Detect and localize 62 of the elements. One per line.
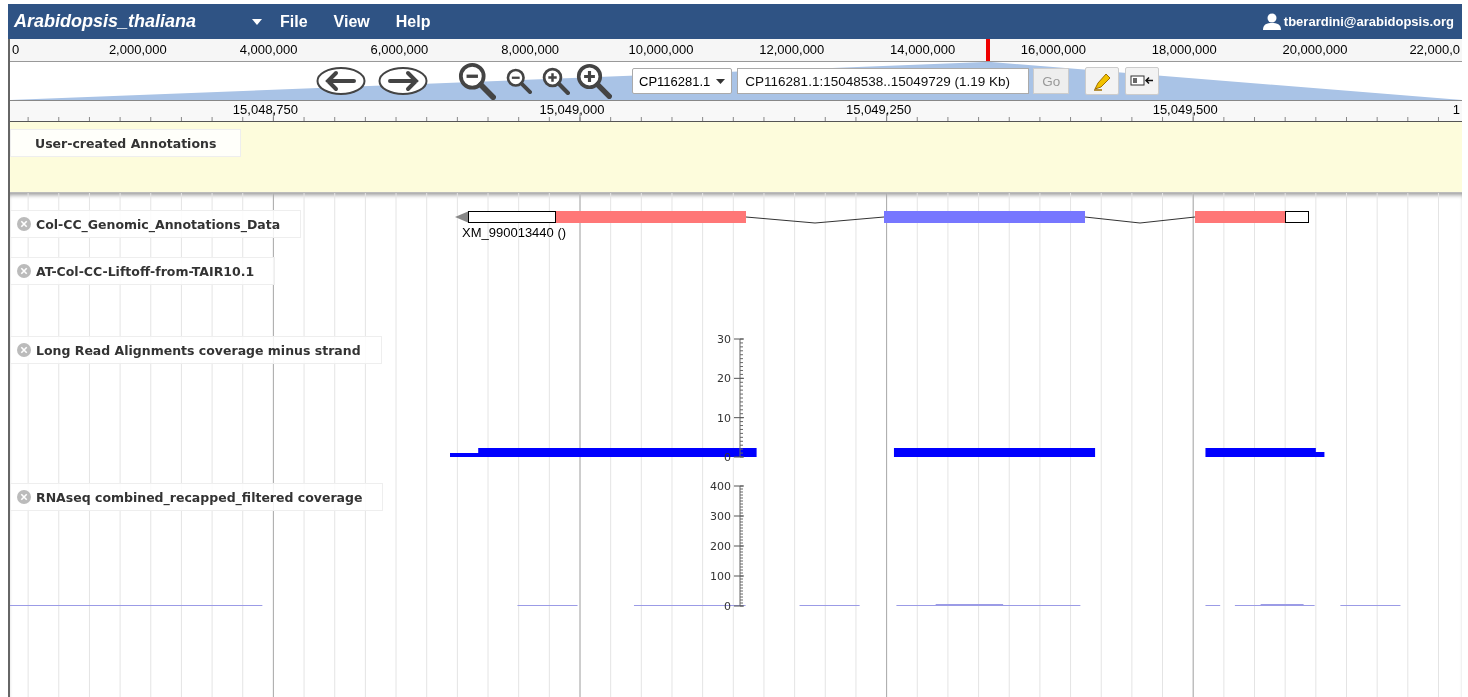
position-label: 4,000,000 xyxy=(239,42,298,57)
zoom-out-button[interactable] xyxy=(458,62,496,100)
position-label: 15,049,250 xyxy=(846,102,912,117)
position-label: 15,048,750 xyxy=(232,102,298,117)
position-label: 15,049,000 xyxy=(539,102,605,117)
marker-icon xyxy=(1092,71,1113,91)
track-label[interactable]: Col-CC_Genomic_Annotations_Data xyxy=(10,210,302,238)
tick-label: 30 xyxy=(717,333,731,346)
pan-right-button[interactable] xyxy=(378,66,428,96)
zoom-out-button[interactable] xyxy=(506,68,532,94)
feature-label: XM_990013440 () xyxy=(462,225,567,240)
position-label: 12,000,000 xyxy=(759,42,825,57)
position-label: 18,000,000 xyxy=(1151,42,1217,57)
position-label: 2,000,000 xyxy=(108,42,167,57)
tick-label: 10 xyxy=(717,411,731,425)
zoom-in-icon xyxy=(576,63,612,99)
position-label: 0 xyxy=(12,42,20,57)
menu-item[interactable]: View xyxy=(333,12,370,31)
tick-label: 20 xyxy=(717,372,731,386)
position-label: 22,000,0 xyxy=(1409,42,1460,57)
zoom-in-button[interactable] xyxy=(542,67,570,95)
tick-label: 300 xyxy=(710,510,731,523)
dataset-name[interactable]: Arabidopsis_thaliana xyxy=(14,11,252,32)
track-label[interactable]: User-created Annotations xyxy=(10,129,242,157)
track-name: Col-CC_Genomic_Annotations_Data xyxy=(36,216,281,232)
pan-left-button[interactable] xyxy=(316,66,366,96)
panel-arrow-icon xyxy=(1130,74,1155,88)
zoom-out-icon xyxy=(506,68,532,94)
user-icon xyxy=(1262,13,1281,30)
menu-item[interactable]: File xyxy=(280,12,308,31)
position-label: 8,000,000 xyxy=(501,42,560,57)
tick-label: 400 xyxy=(710,480,731,493)
position-label: 20,000,000 xyxy=(1282,42,1348,57)
caret-icon xyxy=(716,78,726,84)
location-marker xyxy=(986,39,990,61)
position-label: 16,000,000 xyxy=(1020,42,1086,57)
sequence-dropdown[interactable]: CP116281.1 xyxy=(632,68,733,94)
user-email[interactable]: tberardini@arabidopsis.org xyxy=(1283,14,1454,29)
track-name: RNAseq combined_recapped_filtered coverage xyxy=(36,489,363,505)
zoom-in-button[interactable] xyxy=(576,63,612,99)
track-name: AT-Col-CC-Liftoff-from-TAIR10.1 xyxy=(36,263,255,279)
caret-icon[interactable] xyxy=(252,18,262,25)
overview-ruler[interactable]: 0 2,000,000 4,000,000 6,000,000 8,000,000 10,000,000 12,000,000 14,000,000 16,000,000 18,000,000 20,000,000 22,000,0 xyxy=(10,39,1462,62)
position-label: 10,000,000 xyxy=(628,42,694,57)
location-field[interactable]: CP116281.1:15048538..15049729 (1.19 Kb) xyxy=(737,68,1030,94)
zoom-out-icon xyxy=(458,62,496,100)
highlight-button[interactable] xyxy=(1085,67,1120,95)
position-label: 15,049,500 xyxy=(1152,102,1218,117)
position-label: 6,000,000 xyxy=(370,42,429,57)
menu-item[interactable]: Help xyxy=(395,12,431,31)
tick-label: 100 xyxy=(710,570,731,583)
position-label: 14,000,000 xyxy=(890,42,956,57)
tick-label: 200 xyxy=(710,540,731,553)
track-name: Long Read Alignments coverage minus strand xyxy=(36,342,361,358)
tick-label: 0 xyxy=(724,600,731,613)
zoom-in-icon xyxy=(542,67,570,95)
track-label[interactable]: AT-Col-CC-Liftoff-from-TAIR10.1 xyxy=(10,257,276,285)
track-label[interactable]: Long Read Alignments coverage minus strand xyxy=(10,336,382,364)
track-button[interactable] xyxy=(1125,67,1160,95)
detail-ruler[interactable]: 15,048,750 15,049,000 15,049,250 15,049,500 1 xyxy=(10,100,1462,122)
position-label: 1 xyxy=(1452,102,1460,117)
track-label[interactable]: RNAseq combined_recapped_filtered coverage xyxy=(10,483,384,511)
